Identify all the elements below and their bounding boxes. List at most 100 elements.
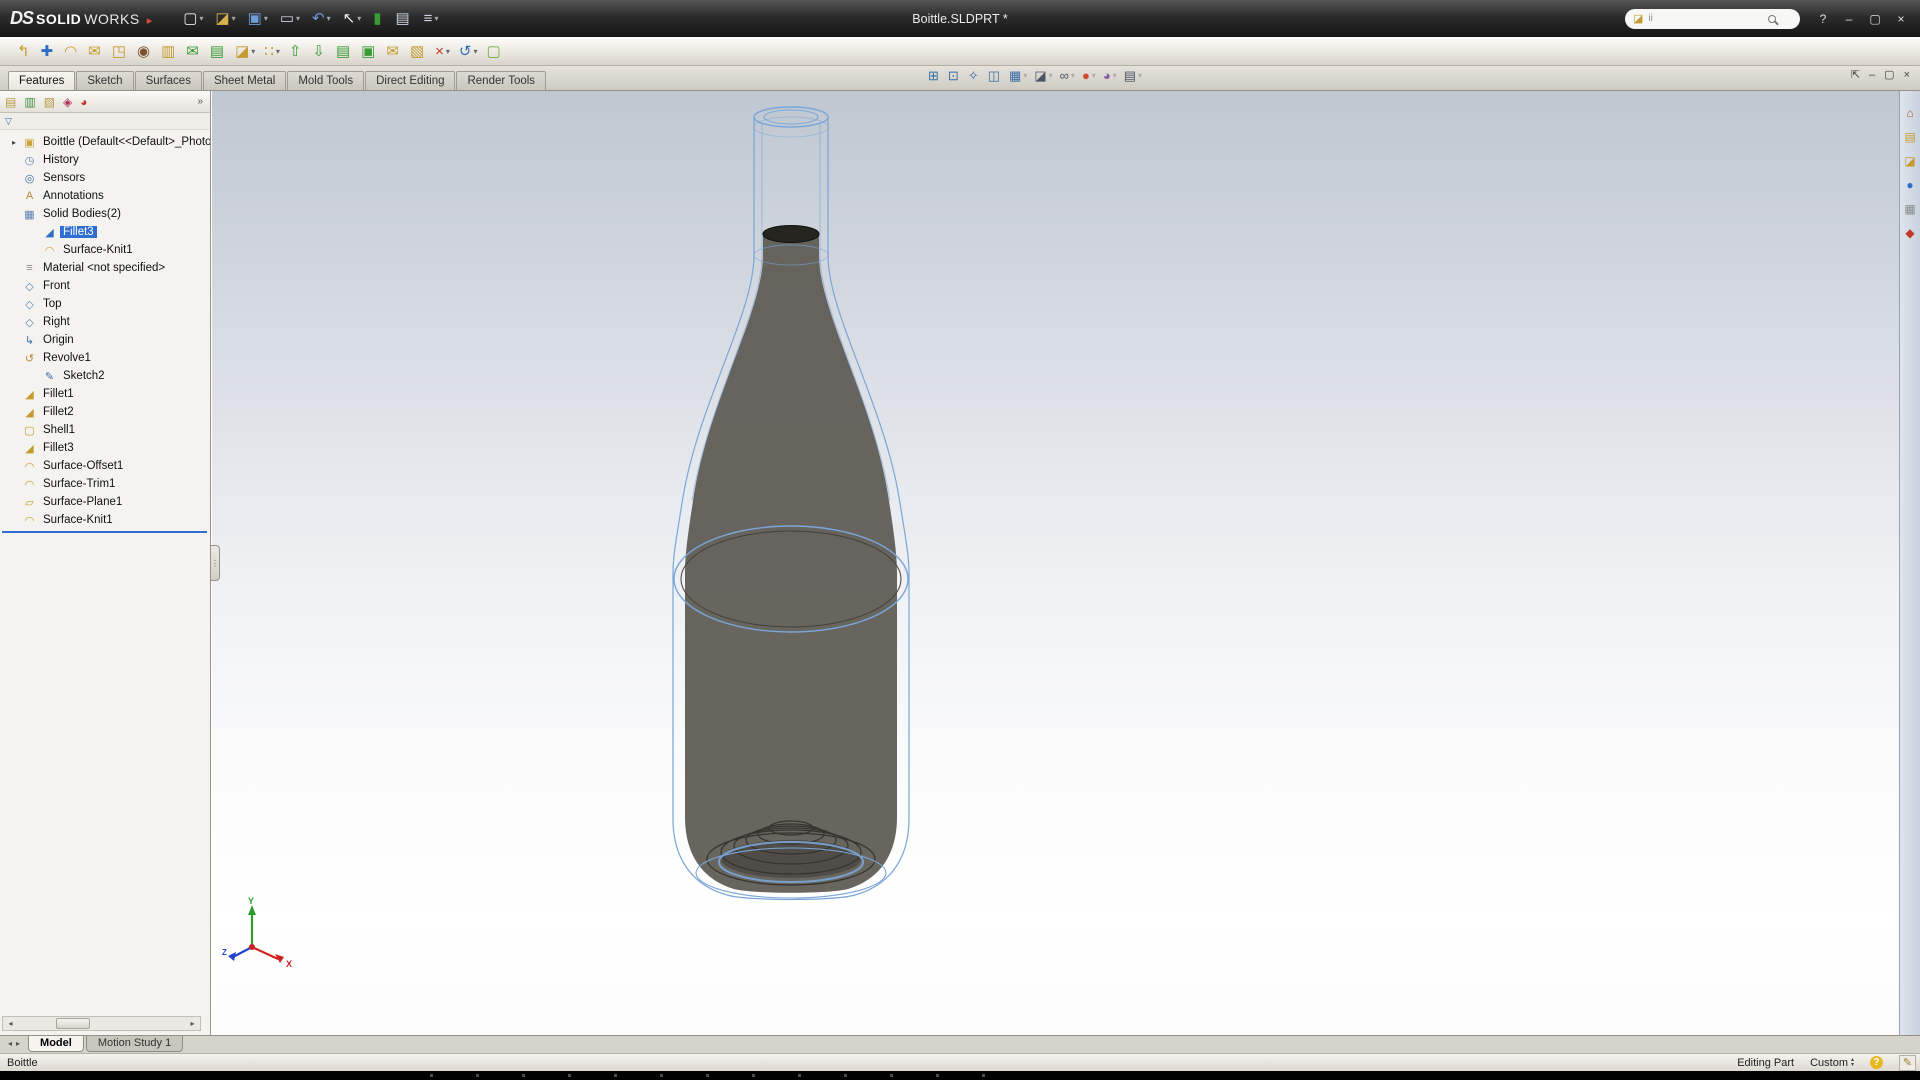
tree-item-annotations[interactable]: A Annotations	[0, 187, 210, 205]
tree-item-surface-trim1[interactable]: ◠ Surface-Trim1	[0, 475, 210, 493]
pattern-tool-icon[interactable]: ∷ ▾	[261, 39, 283, 63]
scroll-thumb[interactable]	[56, 1018, 90, 1029]
maximize-button[interactable]: ▢	[1862, 12, 1888, 26]
help-button[interactable]: ?	[1810, 12, 1836, 26]
sheet-tool-icon[interactable]: ▤	[207, 39, 229, 63]
arc-tool-icon[interactable]: ◠	[61, 39, 82, 63]
tree-item-right[interactable]: ◇ Right	[0, 313, 210, 331]
tree-item-root[interactable]: ▸ ▣ Boittle (Default<<Default>_PhotoW	[0, 133, 210, 151]
tree-item-revolve1[interactable]: ↺ Revolve1	[0, 349, 210, 367]
tree-item-solid-bodies[interactable]: ▦ Solid Bodies(2)	[0, 205, 210, 223]
open-button[interactable]: ◪ ▾	[210, 6, 240, 32]
arrow-down-tool-icon[interactable]: ⇩	[309, 39, 330, 63]
search-box[interactable]: ◪	[1625, 9, 1800, 29]
configurationmanager-tab-icon[interactable]: ▧	[44, 93, 55, 111]
document-tab[interactable]: Motion Study 1	[86, 1036, 183, 1052]
solidworks-resources-icon[interactable]: ⌂	[1906, 107, 1913, 119]
delete-tool-icon[interactable]: × ▾	[432, 39, 453, 63]
tree-item-origin[interactable]: ↳ Origin	[0, 331, 210, 349]
search-input[interactable]	[1648, 13, 1763, 24]
rebuild-button[interactable]: ▮	[368, 6, 388, 32]
doc-restore-icon[interactable]: ▢	[1884, 70, 1894, 81]
target-tool-icon[interactable]: ◉	[134, 39, 155, 63]
units-selector[interactable]: Custom ▴ ▾	[1810, 1057, 1854, 1069]
panel-splitter-handle[interactable]: ⋮	[211, 545, 220, 581]
scroll-left-icon[interactable]: ◂	[3, 1019, 18, 1028]
filter-funnel-icon[interactable]: ▽	[5, 116, 12, 127]
commandmanager-tab[interactable]: Mold Tools	[287, 71, 364, 90]
search-icon[interactable]	[1768, 15, 1776, 23]
dimxpertmanager-tab-icon[interactable]: ◈	[63, 93, 72, 111]
bottle-model[interactable]	[631, 103, 951, 915]
list-tool-icon[interactable]: ▤	[333, 39, 355, 63]
rollback-bar[interactable]	[2, 531, 207, 533]
tree-item-surface-knit1[interactable]: ◠ Surface-Knit1	[0, 511, 210, 529]
magnified-selection-icon[interactable]: ✧	[968, 69, 981, 82]
send-tool-icon[interactable]: ✉	[183, 39, 204, 63]
folder-tool-icon[interactable]: ◪ ▾	[232, 39, 258, 63]
options-button[interactable]: ≡ ▾	[419, 6, 444, 32]
close-button[interactable]: ×	[1888, 12, 1914, 26]
commandmanager-tab[interactable]: Sheet Metal	[203, 71, 286, 90]
appearances-icon[interactable]: ▦	[1904, 203, 1915, 215]
chevron-right-icon[interactable]: »	[197, 96, 203, 107]
envelope-tool-icon[interactable]: ✉	[383, 39, 404, 63]
tree-item-fillet3[interactable]: ◢ Fillet3	[0, 439, 210, 457]
menu-expand-icon[interactable]: ▸	[147, 14, 153, 27]
corner-tool-icon[interactable]: ↰	[14, 39, 35, 63]
design-library-icon[interactable]: ▤	[1904, 131, 1915, 143]
box-tool-icon[interactable]: ▣	[358, 39, 380, 63]
scroll-right-icon[interactable]: ▸	[185, 1019, 200, 1028]
search-scope-icon[interactable]: ◪	[1633, 12, 1643, 25]
commandmanager-tab[interactable]: Surfaces	[135, 71, 202, 90]
new-document-button[interactable]: ▢ ▾	[178, 6, 208, 32]
tree-item-history[interactable]: ◷ History	[0, 151, 210, 169]
tab-scroll-left-icon[interactable]: ◂	[8, 1039, 12, 1048]
rotate-tool-icon[interactable]: ↺ ▾	[456, 39, 481, 63]
view-settings-icon[interactable]: ▤ ▾	[1124, 69, 1142, 82]
tree-item-fillet1[interactable]: ◢ Fillet1	[0, 385, 210, 403]
section-view-icon[interactable]: ◫	[988, 69, 1002, 82]
apply-scene-icon[interactable]: ◕ ▾	[1103, 69, 1117, 82]
arrow-up-tool-icon[interactable]: ⇧	[286, 39, 307, 63]
scroll-track[interactable]	[18, 1017, 185, 1030]
commandmanager-tab[interactable]: Features	[8, 71, 75, 90]
print-button[interactable]: ▭ ▾	[275, 6, 305, 32]
view-orientation-icon[interactable]: ▦ ▾	[1009, 69, 1027, 82]
hide-show-items-icon[interactable]: ∞ ▾	[1060, 69, 1075, 82]
hatch-tool-icon[interactable]: ▧	[407, 39, 429, 63]
tree-horizontal-scrollbar[interactable]: ◂ ▸	[2, 1016, 201, 1031]
propertymanager-tab-icon[interactable]: ▥	[24, 93, 35, 111]
zoom-to-fit-icon[interactable]: ⊞	[928, 69, 941, 82]
minimize-button[interactable]: –	[1836, 12, 1862, 26]
edit-appearance-icon[interactable]: ● ▾	[1082, 69, 1096, 82]
tree-item-surface-offset1[interactable]: ◠ Surface-Offset1	[0, 457, 210, 475]
zoom-to-area-icon[interactable]: ⊡	[948, 69, 961, 82]
doc-close-icon[interactable]: ×	[1904, 70, 1910, 81]
tree-item-fillet3-body[interactable]: ◢ Fillet3	[0, 223, 210, 241]
tree-filter-bar[interactable]: ▽	[0, 113, 210, 130]
document-tab[interactable]: Model	[28, 1036, 84, 1052]
file-explorer-icon[interactable]: ◪	[1904, 155, 1915, 167]
commandmanager-tab[interactable]: Direct Editing	[365, 71, 455, 90]
undo-button[interactable]: ↶ ▾	[307, 6, 336, 32]
commandmanager-tab[interactable]: Sketch	[76, 71, 133, 90]
grid-tool-icon[interactable]: ▥	[158, 39, 180, 63]
tree-item-top[interactable]: ◇ Top	[0, 295, 210, 313]
view-palette-icon[interactable]: ●	[1906, 179, 1913, 191]
frame-tool-icon[interactable]: ◳	[109, 39, 131, 63]
featuremanager-tab-icon[interactable]: ▤	[5, 93, 16, 111]
tree-item-surface-knit1-body[interactable]: ◠ Surface-Knit1	[0, 241, 210, 259]
commandmanager-tab[interactable]: Render Tools	[456, 71, 546, 90]
mail-tool-icon[interactable]: ✉	[85, 39, 106, 63]
tree-item-sketch2[interactable]: ✎ Sketch2	[0, 367, 210, 385]
display-style-icon[interactable]: ◪ ▾	[1034, 69, 1052, 82]
tags-pencil-icon[interactable]: ✎	[1899, 1055, 1916, 1071]
file-properties-button[interactable]: ▤	[390, 6, 416, 32]
tree-item-material[interactable]: ≡ Material <not specified>	[0, 259, 210, 277]
tab-scroll-right-icon[interactable]: ▸	[16, 1039, 20, 1048]
graphics-area[interactable]: Y X Z	[212, 91, 1899, 1035]
custom-properties-icon[interactable]: ◆	[1905, 227, 1914, 239]
tree-item-shell1[interactable]: ▢ Shell1	[0, 421, 210, 439]
move-tool-icon[interactable]: ✚	[38, 39, 59, 63]
